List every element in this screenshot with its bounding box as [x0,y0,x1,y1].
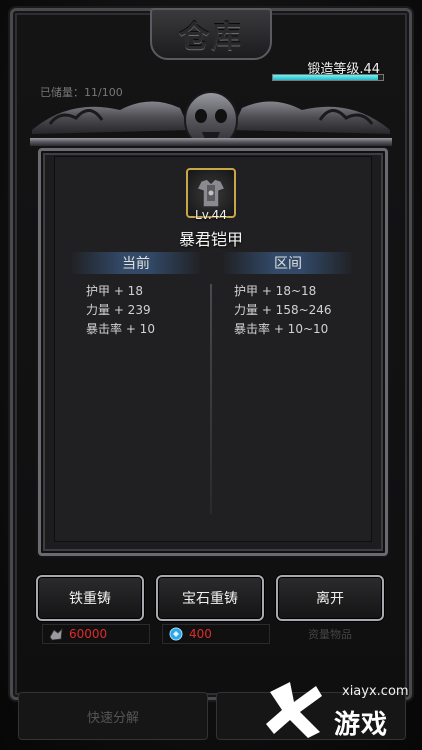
leave-button[interactable]: 离开 [276,575,384,621]
iron-recast-button[interactable]: 铁重铸 [36,575,144,621]
gem-icon [169,627,183,641]
current-stat: 护甲 + 18 [86,284,143,298]
quick-decompose-button[interactable]: 快速分解 [18,692,208,740]
column-divider [210,284,212,514]
column-header-current: 当前 [70,252,202,274]
item-name: 暴君铠甲 [178,230,243,249]
forge-progress-bar [272,74,384,81]
current-stats-list: 护甲 + 18 力量 + 239 暴击率 + 10 [86,282,155,339]
skull-ornament [30,91,392,149]
iron-ore-icon [49,627,63,641]
current-stat: 暴击率 + 10 [86,322,155,336]
current-stat: 力量 + 239 [86,303,151,317]
gem-recast-button[interactable]: 宝石重铸 [156,575,264,621]
watermark-logo-icon [266,682,322,738]
armor-icon [195,178,227,208]
range-stat: 暴击率 + 10~10 [234,322,329,336]
range-stat: 护甲 + 18~18 [234,284,317,298]
header-plate: 仓库 [150,8,272,60]
column-header-range: 区间 [222,252,354,274]
gem-cost-amount: 400 [189,627,212,641]
watermark-url: xiayx.com [342,684,409,699]
page-title: 仓库 [179,20,243,55]
item-level: Lv.44 [195,208,227,222]
leave-under-label: 资量物品 [308,628,352,641]
gem-cost: 400 [162,624,270,644]
iron-cost: 60000 [42,624,150,644]
forge-progress-fill [273,75,378,80]
range-stats-list: 护甲 + 18~18 力量 + 158~246 暴击率 + 10~10 [234,282,332,339]
watermark-brand: 游戏 [334,710,389,740]
iron-cost-amount: 60000 [69,627,108,641]
range-stat: 力量 + 158~246 [234,303,332,317]
